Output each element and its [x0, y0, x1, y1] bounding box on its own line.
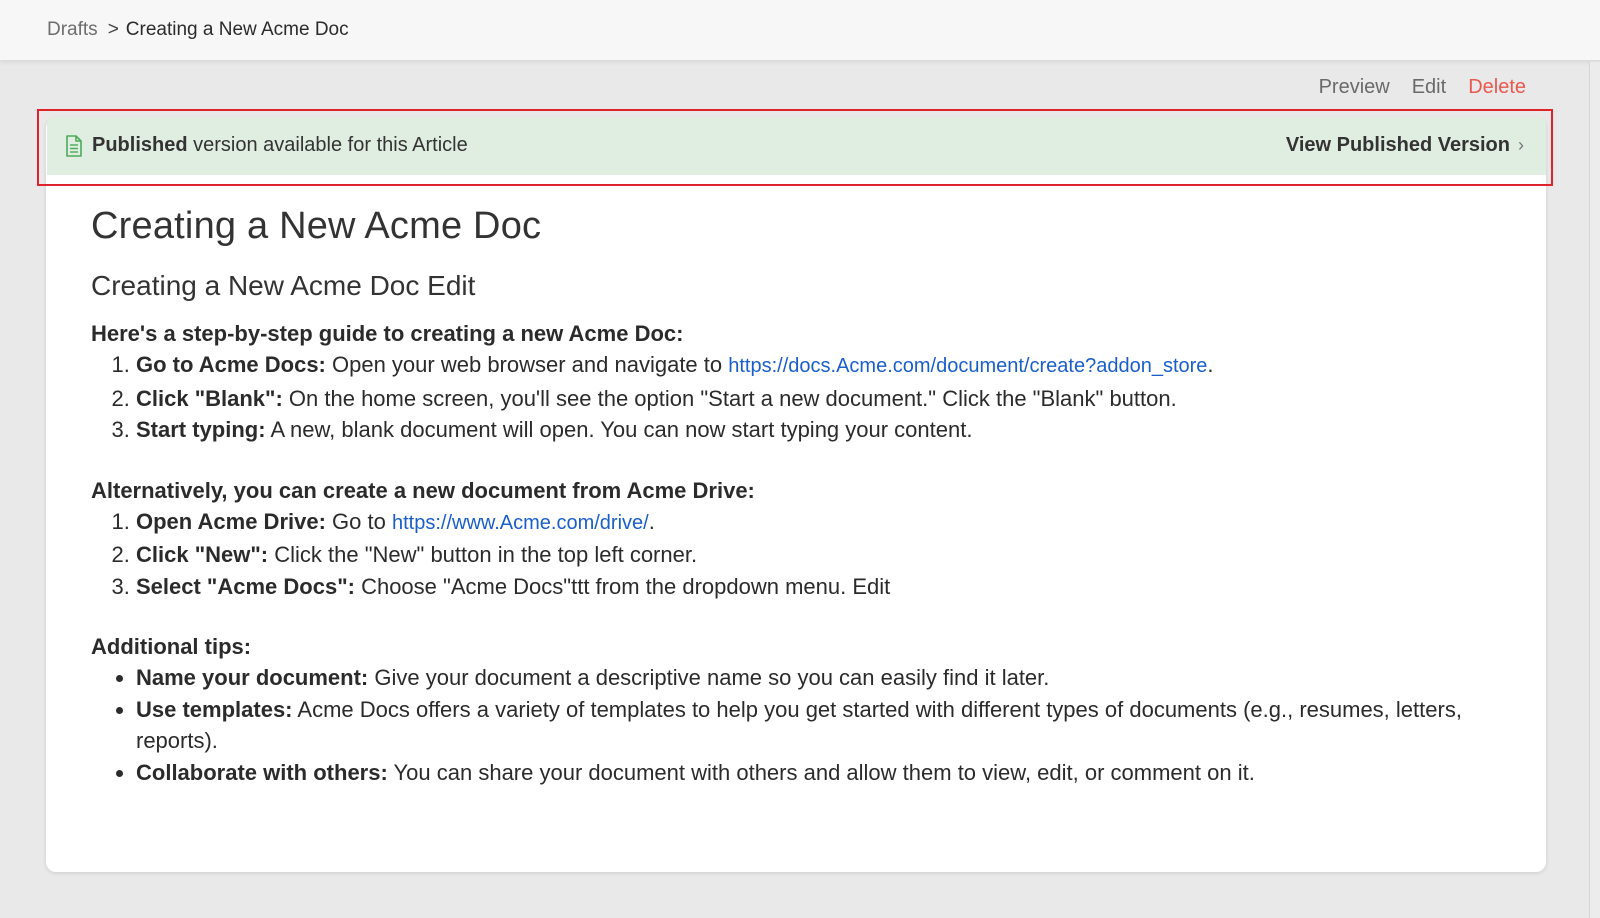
breadcrumb: Drafts > Creating a New Acme Doc — [47, 19, 349, 41]
article-subtitle: Creating a New Acme Doc Edit — [91, 270, 476, 301]
list-item-label: Click "Blank": — [136, 385, 283, 411]
breadcrumb-current: Creating a New Acme Doc — [125, 19, 349, 40]
list-item: Open Acme Drive: Go to https://www.Acme.… — [136, 506, 1511, 540]
list-item-text: A new, blank document will open. You can… — [265, 417, 973, 442]
list-item-label: Open Acme Drive: — [136, 508, 326, 534]
list-item: Select "Acme Docs": Choose "Acme Docs"tt… — [136, 571, 1511, 603]
drive-steps-list: Open Acme Drive: Go to https://www.Acme.… — [91, 506, 1511, 603]
section-heading-tips: Additional tips: — [91, 634, 252, 659]
preview-button[interactable]: Preview — [1319, 76, 1390, 98]
list-item-text: Give your document a descriptive name so… — [368, 665, 1050, 690]
list-item-text: You can share your document with others … — [387, 759, 1255, 785]
list-item-label: Start typing: — [136, 417, 266, 442]
list-item: Go to Acme Docs: Open your web browser a… — [136, 349, 1511, 383]
list-item-label: Use templates: — [136, 696, 293, 722]
breadcrumb-drafts-link[interactable]: Drafts — [47, 19, 98, 40]
list-item-text: Choose "Acme Docs"ttt from the dropdown … — [354, 573, 891, 599]
list-item-text: On the home screen, you'll see the optio… — [282, 385, 1177, 411]
tips-list: Name your document: Give your document a… — [91, 662, 1511, 788]
banner-message-bold: Published — [92, 134, 188, 156]
list-item: Name your document: Give your document a… — [136, 662, 1511, 694]
section-heading-guide: Here's a step-by-step guide to creating … — [91, 321, 684, 346]
breadcrumb-separator: > — [107, 19, 119, 40]
list-item-label: Name your document: — [136, 665, 369, 690]
chevron-right-icon: › — [1518, 135, 1524, 155]
list-item: Start typing: A new, blank document will… — [136, 414, 1511, 446]
published-version-banner: Published version available for this Art… — [47, 117, 1546, 175]
acme-docs-create-link[interactable]: https://docs.Acme.com/document/create?ad… — [728, 355, 1207, 377]
list-item: Click "Blank": On the home screen, you'l… — [136, 383, 1511, 415]
list-item: Collaborate with others: You can share y… — [136, 757, 1511, 789]
acme-drive-link[interactable]: https://www.Acme.com/drive/ — [392, 512, 649, 534]
list-item-label: Collaborate with others: — [136, 759, 388, 785]
article-content: Creating a New Acme Doc Creating a New A… — [91, 205, 1511, 788]
list-item-label: Select "Acme Docs": — [136, 573, 355, 599]
view-published-version-label: View Published Version — [1285, 134, 1510, 156]
list-item-text: Go to — [325, 508, 392, 534]
list-item: Use templates: Acme Docs offers a variet… — [136, 694, 1511, 757]
list-item-punctuation: . — [648, 508, 655, 534]
section-heading-drive: Alternatively, you can create a new docu… — [91, 477, 755, 503]
top-bar: Drafts > Creating a New Acme Doc — [0, 0, 1600, 61]
list-item-label: Go to Acme Docs: — [136, 352, 326, 377]
document-icon — [65, 135, 83, 157]
list-item-text: Click the "New" button in the top left c… — [268, 542, 698, 567]
delete-button[interactable]: Delete — [1468, 76, 1526, 98]
scrollbar[interactable] — [1589, 62, 1600, 918]
banner-message-text: version available for this Article — [193, 134, 468, 156]
guide-steps-list: Go to Acme Docs: Open your web browser a… — [91, 349, 1511, 446]
list-item-text: Acme Docs offers a variety of templates … — [136, 696, 1462, 754]
article-title: Creating a New Acme Doc — [91, 205, 542, 247]
edit-button[interactable]: Edit — [1412, 76, 1446, 98]
article-actions: Preview Edit Delete — [1297, 76, 1526, 99]
list-item: Click "New": Click the "New" button in t… — [136, 539, 1511, 571]
list-item-label: Click "New": — [136, 542, 269, 567]
list-item-text: Open your web browser and navigate to — [325, 352, 729, 377]
list-item-punctuation: . — [1207, 352, 1214, 377]
view-published-version-link[interactable]: View Published Version › — [1286, 134, 1524, 157]
banner-message: Published version available for this Art… — [92, 134, 468, 157]
